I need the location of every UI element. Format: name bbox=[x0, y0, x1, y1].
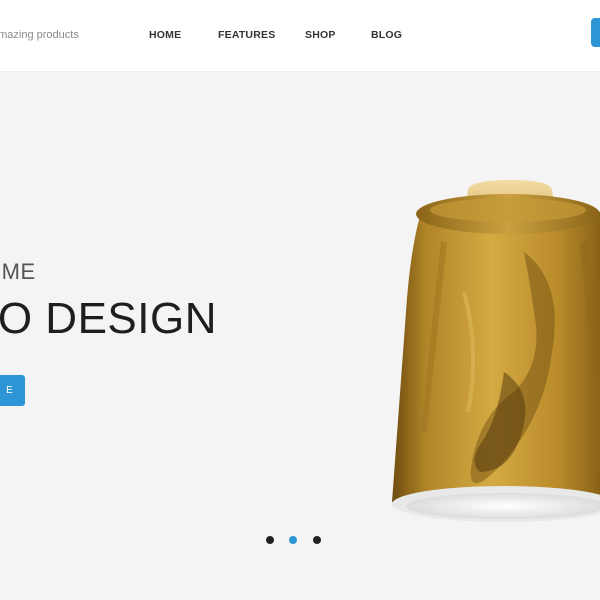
nav-features[interactable]: FEATURES bbox=[218, 29, 275, 41]
site-header: amazing products HOME FEATURES SHOP BLOG bbox=[0, 0, 600, 72]
nav-blog[interactable]: BLOG bbox=[371, 29, 402, 41]
nav-shop[interactable]: SHOP bbox=[305, 29, 336, 41]
site-tagline: amazing products bbox=[0, 29, 79, 41]
lamp-product-image bbox=[392, 180, 600, 522]
nav-home[interactable]: HOME bbox=[149, 29, 181, 41]
hero-kicker: OME bbox=[0, 259, 36, 284]
slide-dot-1[interactable] bbox=[266, 536, 274, 544]
slide-dot-3[interactable] bbox=[313, 536, 321, 544]
hero-cta-button[interactable]: E bbox=[0, 375, 25, 406]
slide-dot-2-active[interactable] bbox=[289, 536, 297, 544]
lamp-shade-body bbox=[392, 203, 600, 517]
header-action-button[interactable] bbox=[591, 18, 600, 47]
hero-title: BO DESIGN bbox=[0, 294, 217, 343]
hero-slider: OME BO DESIGN E bbox=[0, 72, 600, 600]
